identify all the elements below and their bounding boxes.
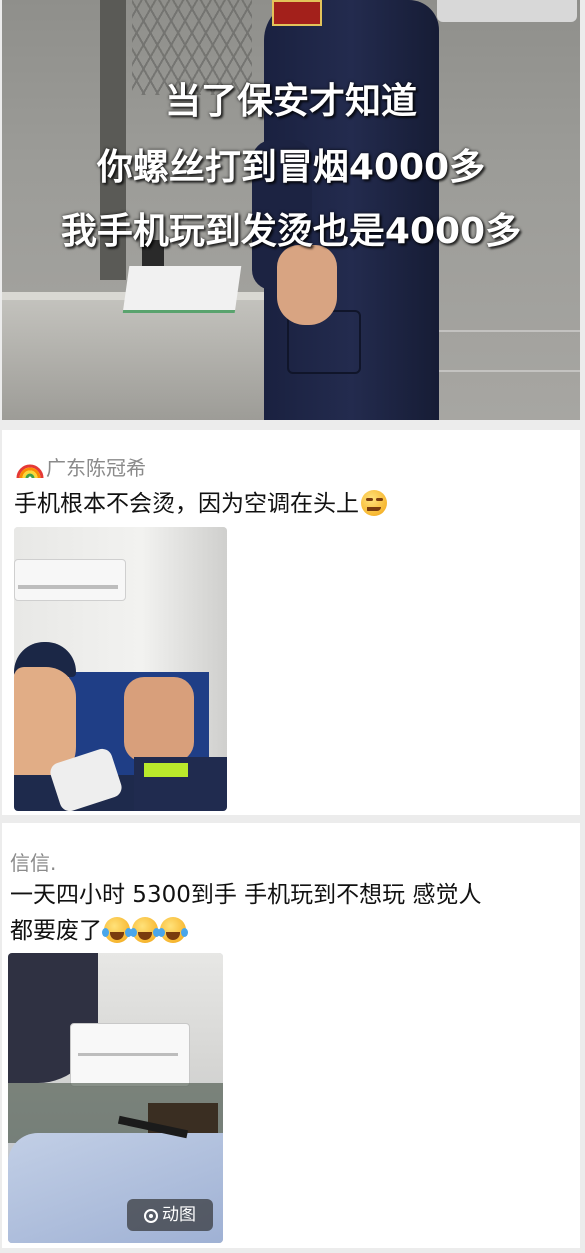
second-guard-face: [124, 677, 194, 762]
laughing-crying-emoji-icon: [102, 917, 132, 943]
counter-graphic: [2, 300, 267, 420]
comment-card: 广东陈冠希 手机根本不会烫，因为空调在头上: [2, 430, 580, 815]
live-photo-icon: [144, 1209, 158, 1223]
hero-caption-line-1: 当了保安才知道: [164, 81, 417, 122]
reflective-strip: [144, 763, 188, 777]
animated-image-badge: 动图: [127, 1199, 213, 1231]
author-name: 信信.: [10, 851, 57, 875]
comment-text: 手机根本不会烫，因为空调在头上: [14, 486, 569, 522]
hero-caption-line-3: 我手机玩到发烫也是4000多: [60, 211, 522, 252]
paper-graphic: [122, 266, 242, 313]
rainbow-icon: [16, 464, 44, 479]
truck-graphic: [437, 0, 577, 22]
feed-page: 当了保安才知道 你螺丝打到冒烟4000多 我手机玩到发烫也是4000多 广东陈冠…: [0, 0, 585, 1253]
comment-body-line-2: 都要废了: [10, 913, 565, 949]
guard-hand: [277, 245, 337, 325]
air-conditioner: [14, 559, 126, 601]
comment-card: 信信. 一天四小时 5300到手 手机玩到不想玩 感觉人 都要废了 动图: [2, 823, 580, 1248]
comment-text: 一天四小时 5300到手 手机玩到不想玩 感觉人 都要废了: [10, 877, 565, 949]
comment-body: 手机根本不会烫，因为空调在头上: [14, 491, 359, 517]
comment-body-line-1: 一天四小时 5300到手 手机玩到不想玩 感觉人: [10, 882, 482, 908]
author-name: 广东陈冠希: [46, 456, 146, 480]
shoulder-patch: [272, 0, 322, 26]
author-row[interactable]: 广东陈冠希: [16, 452, 146, 481]
hero-photo[interactable]: 当了保安才知道 你螺丝打到冒烟4000多 我手机玩到发烫也是4000多: [2, 0, 580, 420]
comment-photo[interactable]: [14, 527, 227, 811]
author-row[interactable]: 信信.: [10, 847, 56, 876]
hero-caption-line-2: 你螺丝打到冒烟4000多: [96, 147, 486, 188]
comment-animated-photo[interactable]: 动图: [8, 953, 223, 1243]
laughing-crying-emoji-icon: [158, 917, 188, 943]
laughing-crying-emoji-icon: [130, 917, 160, 943]
smirk-emoji-icon: [361, 490, 387, 516]
